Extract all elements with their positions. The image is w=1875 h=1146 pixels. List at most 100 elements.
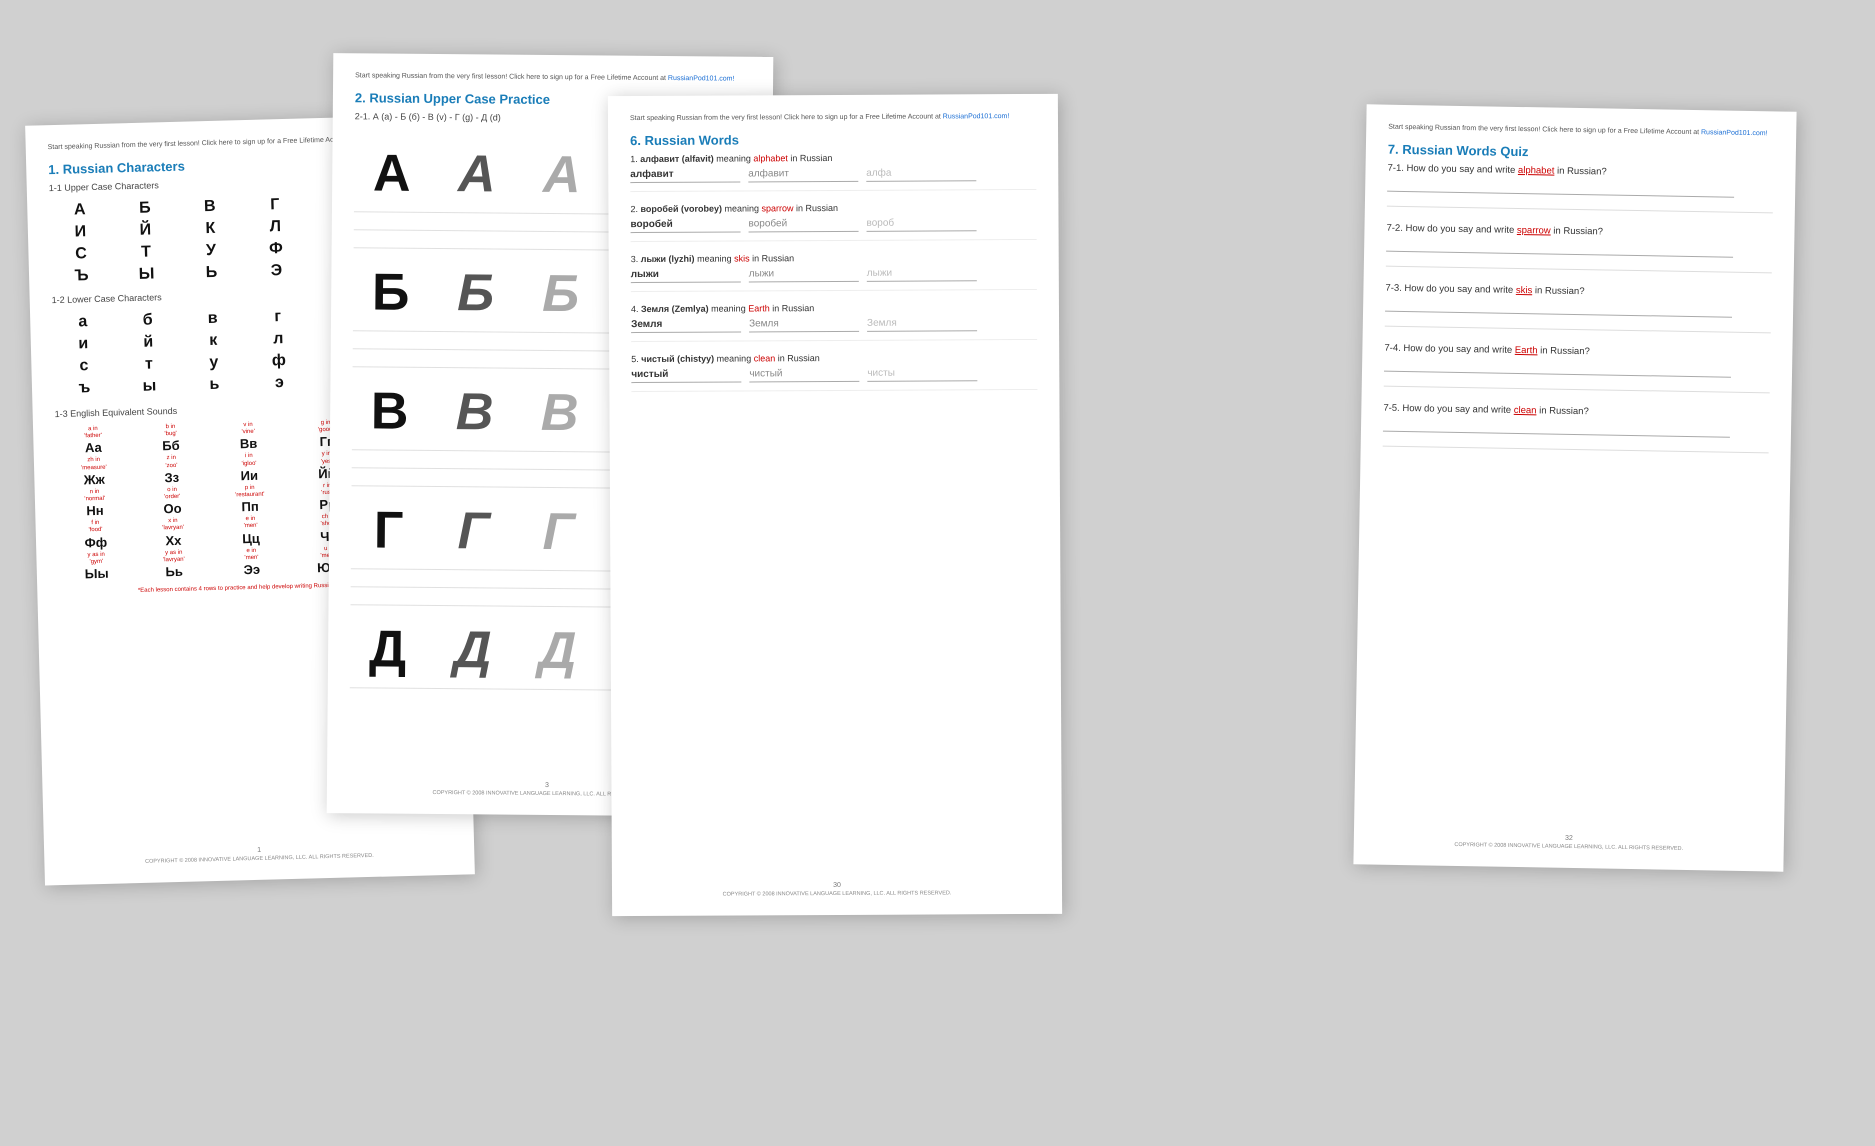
char-cell: а bbox=[52, 312, 114, 334]
char-cell: Б bbox=[114, 198, 176, 220]
q5-text: How do you say and write bbox=[1402, 403, 1514, 416]
char-cell: Л bbox=[245, 217, 307, 239]
big-char-v1: Б bbox=[438, 263, 514, 324]
big-char-v1: В bbox=[437, 382, 513, 443]
sheet-russian-words: Start speaking Russian from the very fir… bbox=[608, 94, 1062, 916]
char-cell: ь bbox=[184, 374, 246, 396]
word-box-bold: лыжи bbox=[631, 269, 741, 284]
sheet3-copyright: COPYRIGHT © 2008 INNOVATIVE LANGUAGE LEA… bbox=[612, 890, 1062, 898]
scene: Start speaking Russian from the very fir… bbox=[0, 0, 1875, 1146]
q5-word: clean bbox=[1514, 405, 1537, 416]
equiv-item: b in'bug' Бб bbox=[133, 423, 209, 454]
word-entry-2: 2. воробей (vorobey) meaning sparrow in … bbox=[630, 202, 1036, 242]
big-char-v1: Д bbox=[435, 620, 511, 681]
answer-line-3 bbox=[1385, 300, 1733, 318]
char-cell: у bbox=[183, 352, 245, 374]
q4-tail: in Russian? bbox=[1540, 345, 1590, 357]
char-cell: ф bbox=[248, 350, 310, 372]
answer-line-5 bbox=[1383, 420, 1731, 438]
word-box-light: лыжи bbox=[867, 267, 977, 282]
char-cell: А bbox=[49, 200, 111, 222]
quiz-q5: 7-5. How do you say and write clean in R… bbox=[1383, 403, 1770, 454]
quiz-q4: 7-4. How do you say and write Earth in R… bbox=[1384, 343, 1771, 394]
promo-text-3: Start speaking Russian from the very fir… bbox=[630, 112, 1036, 123]
q5-num: 7-5. bbox=[1383, 403, 1402, 414]
q2-text: How do you say and write bbox=[1405, 223, 1517, 236]
word-practice-5: чистый чистый чисты bbox=[631, 367, 1037, 383]
equiv-item: z in'zoo' Зз bbox=[133, 455, 209, 486]
word-box-bold: воробей bbox=[631, 219, 741, 234]
q3-tail: in Russian? bbox=[1535, 285, 1585, 297]
word-practice-3: лыжи лыжи лыжи bbox=[631, 267, 1037, 283]
char-cell: ы bbox=[119, 376, 181, 398]
q1-word: alphabet bbox=[1518, 165, 1555, 177]
big-char-v1: А bbox=[439, 144, 515, 205]
equiv-item: e in'men' Ээ bbox=[213, 547, 289, 578]
char-cell: т bbox=[118, 354, 180, 376]
big-char-main: Б bbox=[353, 262, 429, 323]
word-entry-1: 1. алфавит (alfavit) meaning alphabet in… bbox=[630, 152, 1036, 192]
char-cell: и bbox=[53, 334, 115, 356]
q3-text: How do you say and write bbox=[1404, 283, 1516, 296]
big-char-main: А bbox=[354, 143, 430, 204]
word-practice-1: алфавит алфавит алфа bbox=[630, 167, 1036, 183]
equiv-item: f in'food' Фф bbox=[57, 519, 133, 550]
sheet3-page-num: 30 bbox=[612, 881, 1062, 890]
word-box-light: алфа bbox=[866, 167, 976, 182]
char-cell: Й bbox=[115, 220, 177, 242]
q3-num: 7-3. bbox=[1385, 283, 1404, 294]
word-box-medium: Земля bbox=[749, 318, 859, 333]
word-title-4: 4. Земля (Zemlya) meaning Earth in Russi… bbox=[631, 302, 1037, 314]
q1-num: 7-1. bbox=[1387, 163, 1406, 174]
quiz-q3: 7-3. How do you say and write skis in Ru… bbox=[1385, 283, 1772, 334]
char-cell: Ф bbox=[245, 239, 307, 261]
quiz-q1: 7-1. How do you say and write alphabet i… bbox=[1387, 163, 1774, 214]
char-cell: Т bbox=[115, 242, 177, 264]
q5-tail: in Russian? bbox=[1539, 405, 1589, 417]
word-title-2: 2. воробей (vorobey) meaning sparrow in … bbox=[630, 202, 1036, 214]
word-entry-5: 5. чистый (chistyy) meaning clean in Rus… bbox=[631, 352, 1037, 392]
equiv-item: p in'restaurant' Пп bbox=[212, 484, 288, 515]
char-cell: ъ bbox=[54, 378, 116, 400]
answer-line-2 bbox=[1386, 240, 1734, 258]
word-box-light: чисты bbox=[867, 367, 977, 382]
word-entry-3: 3. лыжи (lyzhi) meaning skis in Russian … bbox=[631, 252, 1037, 292]
word-box-light: Земля bbox=[867, 317, 977, 332]
big-char-v2: В bbox=[522, 383, 598, 444]
q4-text: How do you say and write bbox=[1403, 343, 1515, 356]
char-cell: к bbox=[183, 330, 245, 352]
char-cell: Ы bbox=[116, 264, 178, 286]
promo-text-2: Start speaking Russian from the very fir… bbox=[355, 71, 751, 84]
equiv-item: y as in'gym' Ыы bbox=[58, 551, 134, 582]
equiv-item: v in'vine' Вв bbox=[210, 421, 286, 452]
q1-tail: in Russian? bbox=[1557, 166, 1607, 178]
q4-word: Earth bbox=[1515, 345, 1538, 356]
equiv-item: i in'igloo' Ии bbox=[211, 452, 287, 483]
char-cell: Ъ bbox=[51, 266, 113, 288]
word-box-bold: Земля bbox=[631, 319, 741, 334]
sheet3-title: 6. Russian Words bbox=[630, 131, 1036, 148]
word-box-medium: чистый bbox=[749, 368, 859, 383]
word-box-bold: алфавит bbox=[630, 169, 740, 184]
equiv-item: y as in'lavryan' Ьь bbox=[136, 549, 212, 580]
big-char-main: Г bbox=[351, 500, 427, 561]
big-char-v1: Г bbox=[436, 501, 512, 562]
word-title-1: 1. алфавит (alfavit) meaning alphabet in… bbox=[630, 152, 1036, 164]
word-practice-4: Земля Земля Земля bbox=[631, 317, 1037, 333]
char-cell: в bbox=[182, 308, 244, 330]
char-cell: Э bbox=[246, 261, 308, 283]
word-box-medium: лыжи bbox=[749, 268, 859, 283]
big-char-v2: Б bbox=[523, 264, 599, 325]
equiv-item: n in'normal' Нн bbox=[57, 488, 133, 519]
equiv-item: x in'lavryan' Хх bbox=[135, 517, 211, 548]
word-title-3: 3. лыжи (lyzhi) meaning skis in Russian bbox=[631, 252, 1037, 264]
q2-word: sparrow bbox=[1517, 225, 1551, 237]
quiz-q2: 7-2. How do you say and write sparrow in… bbox=[1386, 223, 1773, 274]
char-cell: с bbox=[53, 356, 115, 378]
word-practice-2: воробей воробей вороб bbox=[631, 217, 1037, 233]
char-cell: К bbox=[180, 218, 242, 240]
big-char-v2: А bbox=[524, 145, 600, 206]
q2-num: 7-2. bbox=[1386, 223, 1405, 234]
equiv-item: a in'father' Аа bbox=[55, 425, 131, 456]
sheet4-title: 7. Russian Words Quiz bbox=[1388, 142, 1774, 164]
